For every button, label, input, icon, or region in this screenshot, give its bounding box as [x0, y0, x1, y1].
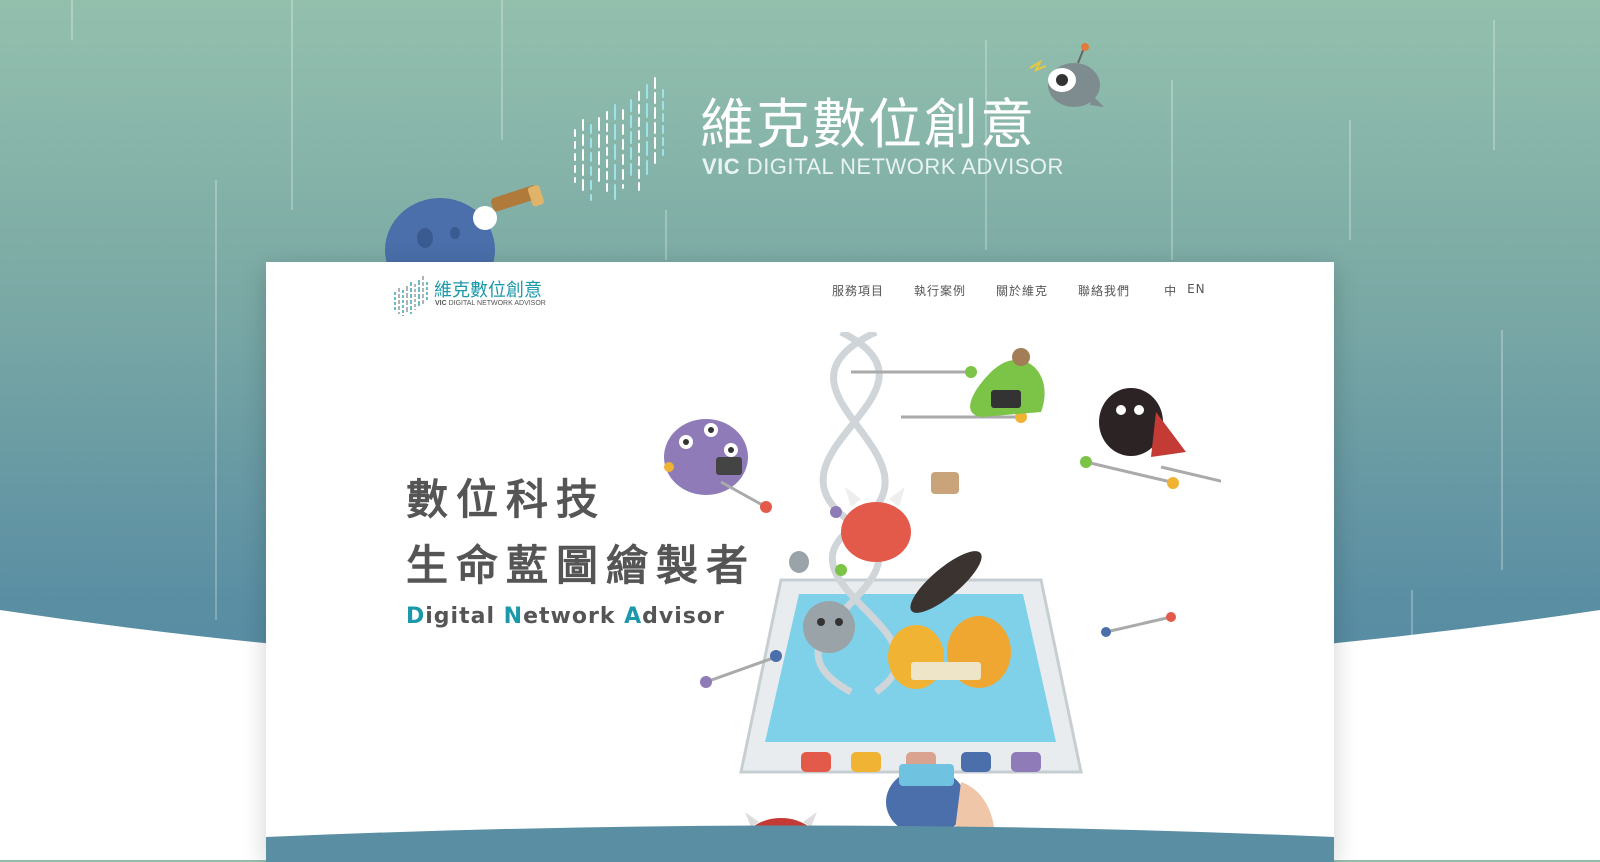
nav-item-cases[interactable]: 執行案例 — [914, 282, 966, 299]
logo-name-en: VIC DIGITAL NETWORK ADVISOR — [435, 300, 546, 307]
hero-illustration — [664, 332, 1221, 862]
purple-monster-icon — [664, 419, 772, 513]
telescope-monster-icon — [385, 185, 544, 268]
nav-item-services[interactable]: 服務項目 — [832, 282, 884, 299]
card-bottom-wave — [266, 825, 1334, 862]
sound-bars-icon — [394, 276, 428, 316]
green-monster-icon — [970, 348, 1045, 417]
logo-name-cn: 維克數位創意 — [434, 280, 542, 301]
sound-bars-icon — [574, 77, 664, 206]
website-preview-card: 維克數位創意 VIC DIGITAL NETWORK ADVISOR 服務項目 … — [266, 262, 1334, 862]
brand-header: 維克數位創意 VIC DIGITAL NETWORK ADVISOR — [570, 60, 1063, 220]
site-logo[interactable]: 維克數位創意 VIC DIGITAL NETWORK ADVISOR — [392, 272, 592, 322]
nav-item-about[interactable]: 關於維克 — [996, 282, 1048, 299]
black-monster-icon — [1080, 388, 1186, 489]
robot-mascot-icon — [1029, 43, 1104, 107]
main-nav: 服務項目 執行案例 關於維克 聯絡我們 中 EN — [832, 282, 1206, 299]
nav-item-contact[interactable]: 聯絡我們 — [1078, 282, 1130, 299]
brand-name-en: VIC DIGITAL NETWORK ADVISOR — [702, 154, 1064, 179]
lang-en-link[interactable]: EN — [1187, 282, 1206, 299]
brand-name-cn: 維克數位創意 — [700, 93, 1036, 156]
lang-zh-link[interactable]: 中 — [1164, 282, 1177, 299]
